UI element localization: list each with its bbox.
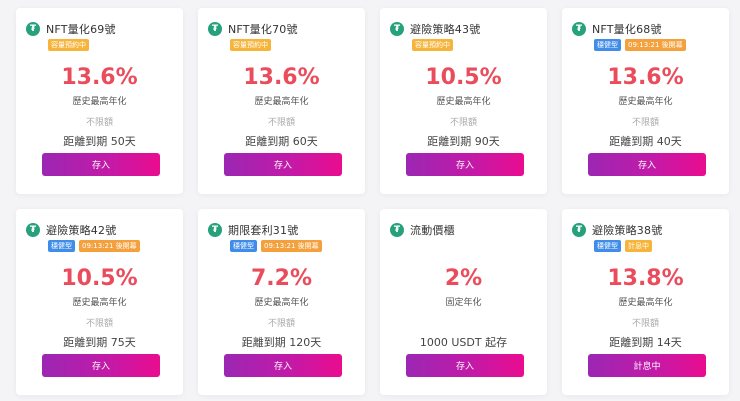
product-grid: ₮ NFT量化69號 容量預約中 13.6% 歷史最高年化 不限額 距離到期 5… bbox=[16, 8, 732, 395]
product-card: ₮ 避險策略43號 容量預約中 10.5% 歷史最高年化 不限額 距離到期 90… bbox=[380, 8, 547, 194]
rate-label: 歷史最高年化 bbox=[72, 97, 127, 107]
product-title: NFT量化69號 bbox=[46, 23, 116, 36]
tether-icon: ₮ bbox=[26, 22, 40, 36]
tag-list: 容量預約中 bbox=[48, 39, 89, 51]
tag-list: 容量預約中 bbox=[412, 39, 453, 51]
risk-badge: 穩健型 bbox=[594, 39, 621, 51]
product-card: ₮ NFT量化69號 容量預約中 13.6% 歷史最高年化 不限額 距離到期 5… bbox=[16, 8, 183, 194]
tether-icon: ₮ bbox=[208, 22, 222, 36]
rate-value: 2% bbox=[444, 266, 483, 291]
product-card: ₮ 避險策略42號 穩健型 09:13:21 後開幕 10.5% 歷史最高年化 … bbox=[16, 209, 183, 395]
rate-value: 7.2% bbox=[250, 266, 312, 291]
tag-list: 容量預約中 bbox=[230, 39, 271, 51]
term-label: 距離到期 14天 bbox=[609, 336, 682, 349]
interest-button[interactable]: 計息中 bbox=[588, 354, 706, 377]
tag-list: 穩健型 計息中 bbox=[594, 240, 652, 252]
tether-icon: ₮ bbox=[208, 223, 222, 237]
rate-value: 10.5% bbox=[425, 65, 502, 90]
tether-icon: ₮ bbox=[572, 223, 586, 237]
countdown-badge: 09:13:21 後開幕 bbox=[261, 240, 322, 252]
countdown-badge: 09:13:21 後開幕 bbox=[625, 39, 686, 51]
limit-label: 不限額 bbox=[631, 319, 659, 329]
limit-label: 不限額 bbox=[631, 118, 659, 128]
term-label: 距離到期 120天 bbox=[241, 336, 322, 349]
product-title: 避險策略42號 bbox=[46, 224, 117, 237]
term-label: 距離到期 60天 bbox=[245, 135, 318, 148]
term-label: 距離到期 90天 bbox=[427, 135, 500, 148]
rate-label: 歷史最高年化 bbox=[436, 97, 491, 107]
product-title: NFT量化68號 bbox=[592, 23, 662, 36]
product-title: 期限套利31號 bbox=[228, 224, 299, 237]
deposit-button[interactable]: 存入 bbox=[42, 354, 160, 377]
deposit-button[interactable]: 存入 bbox=[406, 153, 524, 176]
limit-label: 不限額 bbox=[267, 118, 295, 128]
tether-icon: ₮ bbox=[390, 223, 404, 237]
status-badge: 計息中 bbox=[625, 240, 652, 252]
risk-badge: 穩健型 bbox=[594, 240, 621, 252]
tether-icon: ₮ bbox=[390, 22, 404, 36]
deposit-button[interactable]: 存入 bbox=[224, 153, 342, 176]
term-label: 距離到期 75天 bbox=[63, 336, 136, 349]
risk-badge: 穩健型 bbox=[48, 240, 75, 252]
product-title: 避險策略38號 bbox=[592, 224, 663, 237]
product-card: ₮ 期限套利31號 穩健型 09:13:21 後開幕 7.2% 歷史最高年化 不… bbox=[198, 209, 365, 395]
limit-label: 不限額 bbox=[85, 118, 113, 128]
rate-value: 10.5% bbox=[61, 266, 138, 291]
product-title: NFT量化70號 bbox=[228, 23, 298, 36]
term-label: 距離到期 40天 bbox=[609, 135, 682, 148]
tag-list: 穩健型 09:13:21 後開幕 bbox=[48, 240, 140, 252]
rate-label: 歷史最高年化 bbox=[254, 97, 309, 107]
countdown-badge: 09:13:21 後開幕 bbox=[79, 240, 140, 252]
rate-value: 13.6% bbox=[607, 65, 684, 90]
term-label: 1000 USDT 起存 bbox=[419, 336, 508, 349]
product-card: ₮ 避險策略38號 穩健型 計息中 13.8% 歷史最高年化 不限額 距離到期 … bbox=[562, 209, 729, 395]
status-badge: 容量預約中 bbox=[230, 39, 271, 51]
tether-icon: ₮ bbox=[26, 223, 40, 237]
status-badge: 容量預約中 bbox=[48, 39, 89, 51]
rate-value: 13.6% bbox=[61, 65, 138, 90]
tether-icon: ₮ bbox=[572, 22, 586, 36]
deposit-button[interactable]: 存入 bbox=[406, 354, 524, 377]
product-card: ₮ 流動價櫃 2% 固定年化 1000 USDT 起存 存入 bbox=[380, 209, 547, 395]
deposit-button[interactable]: 存入 bbox=[224, 354, 342, 377]
rate-label: 固定年化 bbox=[445, 298, 482, 308]
limit-label: 不限額 bbox=[267, 319, 295, 329]
tag-list: 穩健型 09:13:21 後開幕 bbox=[230, 240, 322, 252]
risk-badge: 穩健型 bbox=[230, 240, 257, 252]
tag-list: 穩健型 09:13:21 後開幕 bbox=[594, 39, 686, 51]
rate-value: 13.6% bbox=[243, 65, 320, 90]
rate-label: 歷史最高年化 bbox=[618, 97, 673, 107]
product-card: ₮ NFT量化68號 穩健型 09:13:21 後開幕 13.6% 歷史最高年化… bbox=[562, 8, 729, 194]
limit-label: 不限額 bbox=[85, 319, 113, 329]
status-badge: 容量預約中 bbox=[412, 39, 453, 51]
deposit-button[interactable]: 存入 bbox=[42, 153, 160, 176]
term-label: 距離到期 50天 bbox=[63, 135, 136, 148]
product-title: 避險策略43號 bbox=[410, 23, 481, 36]
rate-label: 歷史最高年化 bbox=[618, 298, 673, 308]
rate-value: 13.8% bbox=[607, 266, 684, 291]
rate-label: 歷史最高年化 bbox=[254, 298, 309, 308]
limit-label: 不限額 bbox=[449, 118, 477, 128]
product-card: ₮ NFT量化70號 容量預約中 13.6% 歷史最高年化 不限額 距離到期 6… bbox=[198, 8, 365, 194]
rate-label: 歷史最高年化 bbox=[72, 298, 127, 308]
product-title: 流動價櫃 bbox=[410, 224, 455, 237]
deposit-button[interactable]: 存入 bbox=[588, 153, 706, 176]
